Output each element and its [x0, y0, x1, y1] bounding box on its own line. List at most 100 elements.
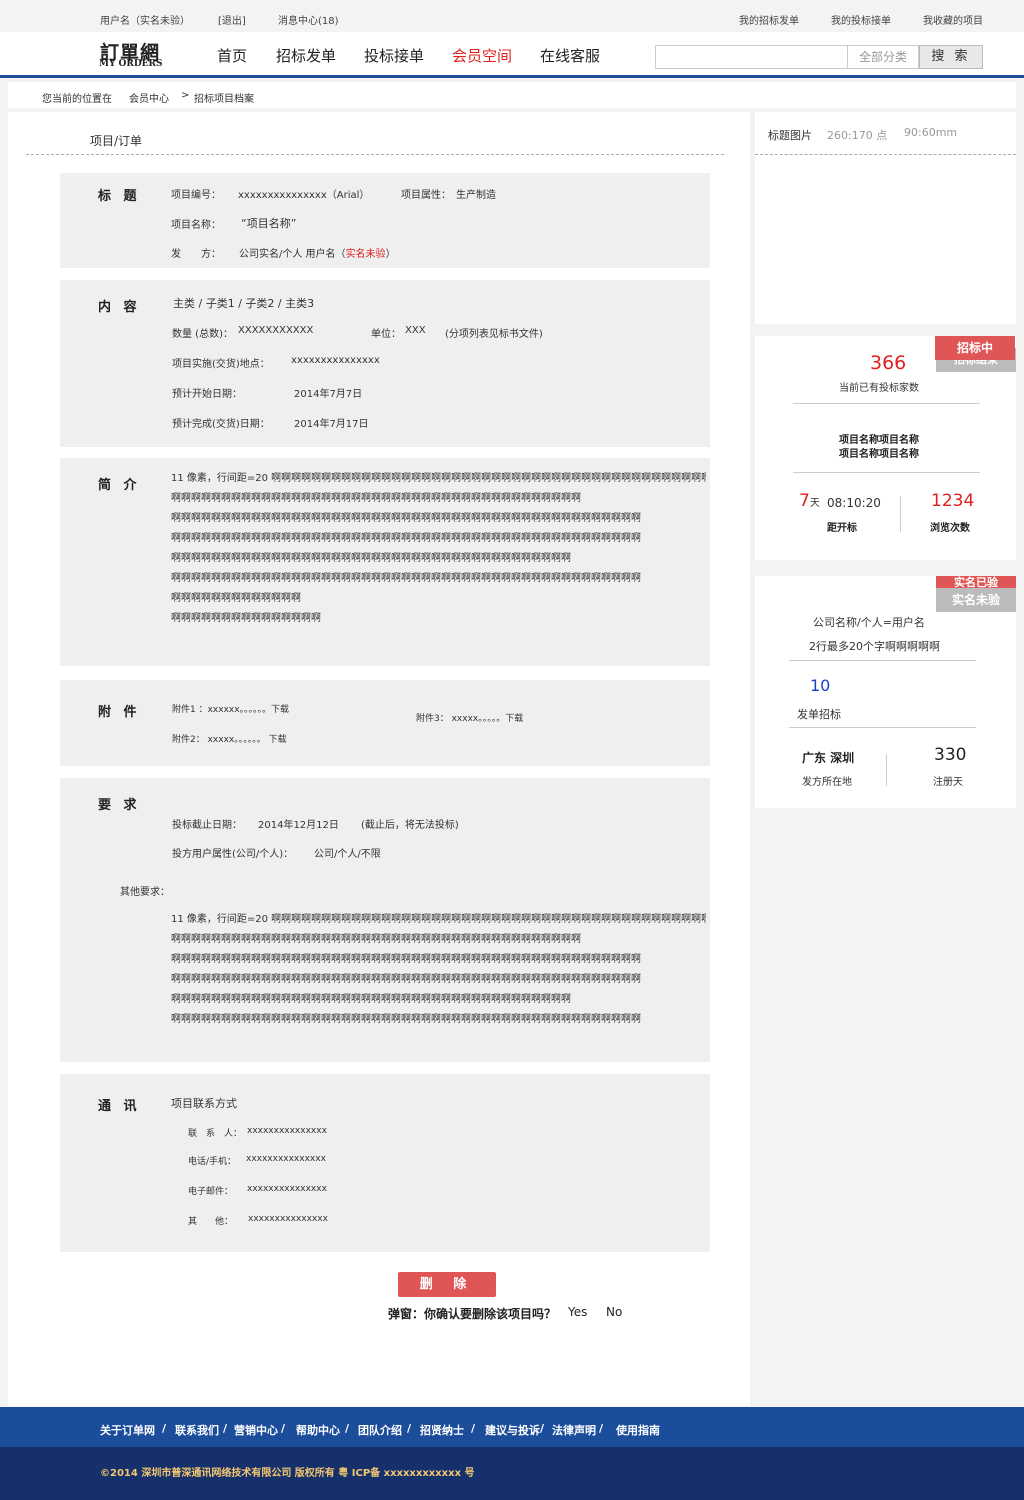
page-title: 项目/订单 [90, 134, 143, 148]
attachment-2-link[interactable]: 附件2： xxxxx。。。。。。 下载 [172, 732, 287, 745]
req-line: 啊啊啊啊啊啊啊啊啊啊啊啊啊啊啊啊啊啊啊啊啊啊啊啊啊啊啊啊啊啊啊啊啊啊啊啊啊啊啊啊… [171, 954, 641, 965]
section-contact: 通 讯 项目联系方式 联 系 人： xxxxxxxxxxxxxxx 电话/手机：… [60, 1074, 710, 1252]
search-input[interactable] [655, 45, 848, 69]
views-label: 浏览次数 [930, 523, 970, 534]
nav-bid[interactable]: 投标接单 [364, 45, 424, 66]
nav-post-tender[interactable]: 招标发单 [276, 45, 336, 66]
footer-copyright-bar: ©2014 深圳市普深通讯网络技术有限公司 版权所有 粤 ICP备 xxxxxx… [0, 1447, 1024, 1500]
sidebar-issuer-card: 实名已验 实名未验 公司名称/个人=用户名 2行最多20个字啊啊啊啊啊 10 发… [755, 576, 1016, 808]
section-attachments: 附 件 附件1 ：xxxxxx。。。。。。下载 附件2： xxxxx。。。。。。… [60, 680, 710, 766]
deadline-label: 投标截止日期： [172, 820, 242, 831]
intro-line: 啊啊啊啊啊啊啊啊啊啊啊啊啊啊啊啊啊啊啊啊啊啊啊啊啊啊啊啊啊啊啊啊啊啊啊啊啊啊啊啊… [171, 573, 641, 584]
sidebar-image-card: 标题图片 260:170 点 90:60mm [755, 112, 1016, 324]
contact-person-value: xxxxxxxxxxxxxxx [247, 1126, 327, 1136]
issuer-row: 公司实名/个人 用户名（实名未验） [239, 245, 396, 260]
section-content: 内 容 主类 / 子类1 / 子类2 / 主类3 数量 (总数)： XXXXXX… [60, 280, 710, 447]
unit-value: XXX [405, 325, 426, 336]
countdown-time: 08:10:20 [827, 496, 881, 510]
intro-line: 啊啊啊啊啊啊啊啊啊啊啊啊啊 [171, 593, 301, 604]
footer-link-legal[interactable]: 法律声明 [552, 1422, 596, 1438]
delete-button[interactable]: 删 除 [398, 1272, 496, 1297]
qty-value: XXXXXXXXXXX [238, 325, 314, 336]
breadcrumb-sep: > [181, 90, 190, 101]
divider [900, 496, 901, 532]
countdown-days-unit: 天 [809, 498, 820, 509]
footer-link-team[interactable]: 团队介绍 [358, 1422, 402, 1438]
footer-sep: / [281, 1422, 286, 1435]
username-label[interactable]: 用户名（实名未验） [100, 12, 190, 27]
message-center-link[interactable]: 消息中心(18) [278, 12, 339, 27]
other-req-label: 其他要求： [120, 887, 170, 898]
main-panel: 项目/订单 标 题 项目编号： xxxxxxxxxxxxxxx（Arial） 项… [8, 112, 750, 1406]
attachment-3-link[interactable]: 附件3： xxxxx。。。。。下载 [416, 711, 523, 724]
req-line: 11 像素，行间距=20 啊啊啊啊啊啊啊啊啊啊啊啊啊啊啊啊啊啊啊啊啊啊啊啊啊啊啊… [171, 914, 706, 925]
breadcrumb-member-center[interactable]: 会员中心 [129, 90, 169, 105]
section-intro-label: 简 介 [98, 478, 141, 493]
footer-link-marketing[interactable]: 营销中心 [234, 1422, 278, 1438]
header: 訂單網 MY ORDERS 首页 招标发单 投标接单 会员空间 在线客服 全部分… [0, 32, 1024, 78]
region-value: 广东 深圳 [802, 751, 855, 765]
contact-other-value: xxxxxxxxxxxxxxx [248, 1214, 328, 1224]
deadline-value: 2014年12月12日 [258, 820, 339, 831]
footer-link-about[interactable]: 关于订单网 [100, 1422, 155, 1438]
req-line: 啊啊啊啊啊啊啊啊啊啊啊啊啊啊啊啊啊啊啊啊啊啊啊啊啊啊啊啊啊啊啊啊啊啊啊啊啊啊啊啊… [171, 974, 641, 985]
nav-online-service[interactable]: 在线客服 [540, 45, 600, 66]
verify-badge: 实名未验 [936, 588, 1016, 612]
divider [789, 727, 976, 728]
contact-phone-label: 电话/手机： [188, 1157, 237, 1167]
confirm-no-button[interactable]: No [606, 1305, 622, 1319]
section-intro: 简 介 11 像素，行间距=20 啊啊啊啊啊啊啊啊啊啊啊啊啊啊啊啊啊啊啊啊啊啊啊… [60, 458, 710, 666]
user-attr-value: 公司/个人/不限 [314, 849, 381, 860]
contact-heading: 项目联系方式 [171, 1097, 237, 1110]
posts-label: 发单招标 [797, 708, 841, 721]
end-date-value: 2014年7月17日 [294, 419, 369, 430]
image-divider [755, 154, 1016, 155]
footer-sep: / [540, 1422, 545, 1435]
countdown-label: 距开标 [827, 523, 857, 534]
intro-line: 啊啊啊啊啊啊啊啊啊啊啊啊啊啊啊啊啊啊啊啊啊啊啊啊啊啊啊啊啊啊啊啊啊啊啊啊啊啊啊啊… [171, 493, 581, 504]
my-bids-link[interactable]: 我的投标接单 [831, 12, 891, 27]
section-attachments-label: 附 件 [98, 705, 141, 720]
footer-link-feedback[interactable]: 建议与投诉 [485, 1422, 540, 1438]
section-title: 标 题 项目编号： xxxxxxxxxxxxxxx（Arial） 项目属性： 生… [60, 173, 710, 268]
attachment-1-link[interactable]: 附件1 ：xxxxxx。。。。。。下载 [172, 702, 289, 715]
posts-count: 10 [810, 676, 831, 695]
footer-link-jobs[interactable]: 招贤纳士 [420, 1422, 464, 1438]
footer-link-help[interactable]: 帮助中心 [296, 1422, 340, 1438]
contact-person-label: 联 系 人： [188, 1129, 243, 1139]
location-value: xxxxxxxxxxxxxxx [291, 355, 380, 366]
logout-link[interactable]: [退出] [218, 12, 246, 27]
countdown-days-value: 7 [799, 491, 810, 511]
project-name-line2: 项目名称项目名称 [839, 449, 919, 460]
bidders-label: 当前已有投标家数 [839, 383, 919, 394]
footer-sep: / [599, 1422, 604, 1435]
views-count: 1234 [931, 491, 975, 511]
search-button[interactable]: 搜 索 [919, 45, 983, 69]
req-line: 啊啊啊啊啊啊啊啊啊啊啊啊啊啊啊啊啊啊啊啊啊啊啊啊啊啊啊啊啊啊啊啊啊啊啊啊啊啊啊啊… [171, 934, 581, 945]
footer-link-contact[interactable]: 联系我们 [175, 1422, 219, 1438]
footer-link-guide[interactable]: 使用指南 [616, 1422, 660, 1438]
divider [789, 660, 976, 661]
intro-line: 11 像素，行间距=20 啊啊啊啊啊啊啊啊啊啊啊啊啊啊啊啊啊啊啊啊啊啊啊啊啊啊啊… [171, 473, 706, 484]
status-badge: 招标中 [935, 336, 1015, 360]
footer-links: 关于订单网 / 联系我们 / 营销中心 / 帮助中心 / 团队介绍 / 招贤纳士… [0, 1407, 1024, 1447]
confirm-yes-button[interactable]: Yes [568, 1305, 587, 1319]
my-posts-link[interactable]: 我的招标发单 [739, 12, 799, 27]
section-requirements-label: 要 求 [98, 798, 141, 813]
location-label: 项目实施(交货)地点： [172, 359, 270, 370]
nav-home[interactable]: 首页 [217, 45, 247, 66]
countdown-days: 7天 [799, 491, 820, 511]
contact-phone-value: xxxxxxxxxxxxxxx [246, 1154, 326, 1164]
intro-line: 啊啊啊啊啊啊啊啊啊啊啊啊啊啊啊啊啊啊啊啊啊啊啊啊啊啊啊啊啊啊啊啊啊啊啊啊啊啊啊啊… [171, 533, 641, 544]
end-date-label: 预计完成(交货)日期： [172, 419, 270, 430]
issuer-value: 公司实名/个人 用户名（ [239, 249, 346, 260]
divider [886, 754, 887, 786]
nav-member-space[interactable]: 会员空间 [452, 45, 512, 66]
issuer-status: 实名未验 [345, 249, 386, 260]
project-attr-label: 项目属性： [401, 190, 451, 201]
my-favorites-link[interactable]: 我收藏的项目 [923, 12, 983, 27]
search-category-select[interactable]: 全部分类 [848, 45, 919, 69]
breadcrumb-current: 招标项目档案 [194, 94, 254, 105]
issuer-close: ） [385, 249, 396, 260]
contact-email-label: 电子邮件： [188, 1187, 234, 1197]
